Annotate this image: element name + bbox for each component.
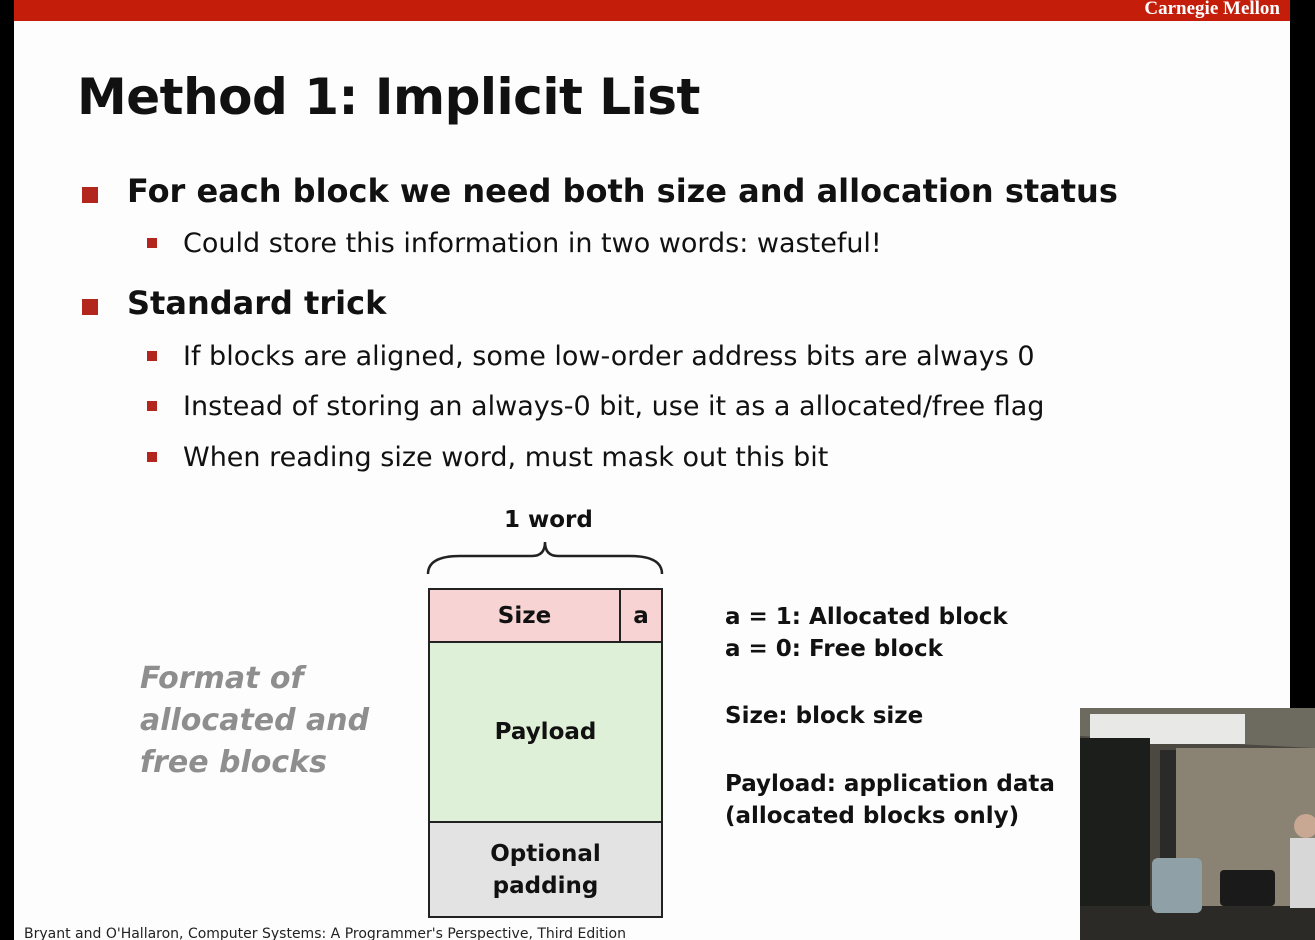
legend-payload-note: (allocated blocks only)	[725, 803, 1020, 829]
bullet-level1: For each block we need both size and all…	[127, 172, 1118, 210]
slide-footer-citation: Bryant and O'Hallaron, Computer Systems:…	[24, 926, 626, 940]
sub-bullet-square-icon	[147, 238, 157, 248]
size-field: Size	[428, 588, 621, 643]
legend-size: Size: block size	[725, 703, 924, 729]
padding-field: Optional padding	[428, 821, 663, 918]
legend-payload: Payload: application data	[725, 771, 1055, 797]
brand-logo-text: Carnegie Mellon	[1144, 0, 1280, 19]
video-frame: Carnegie Mellon Method 1: Implicit List …	[0, 0, 1315, 940]
format-caption: Format of allocated and free blocks	[140, 661, 370, 780]
bullet-level2: When reading size word, must mask out th…	[183, 442, 829, 473]
bullet-level2: If blocks are aligned, some low-order ad…	[183, 341, 1035, 372]
alloc-bit-label: a	[633, 602, 649, 629]
padding-label-line2: padding	[492, 872, 599, 899]
brace-icon	[426, 541, 664, 575]
bullet-level2: Could store this information in two word…	[183, 228, 882, 259]
legend-free: a = 0: Free block	[725, 636, 943, 662]
bullet-square-icon	[82, 187, 98, 203]
slide-header-bar: Carnegie Mellon	[14, 0, 1290, 21]
alloc-bit-field: a	[619, 588, 663, 643]
video-feed-icon	[1080, 708, 1315, 940]
word-width-label: 1 word	[504, 507, 593, 533]
bullet-level2: Instead of storing an always-0 bit, use …	[183, 391, 1045, 422]
slide-title: Method 1: Implicit List	[77, 68, 700, 126]
legend-allocated: a = 1: Allocated block	[725, 604, 1008, 630]
padding-label-line1: Optional	[490, 840, 601, 867]
presenter-webcam	[1080, 708, 1315, 940]
sub-bullet-square-icon	[147, 401, 157, 411]
sub-bullet-square-icon	[147, 452, 157, 462]
sub-bullet-square-icon	[147, 351, 157, 361]
size-label: Size	[497, 602, 552, 629]
bullet-square-icon	[82, 299, 98, 315]
payload-field: Payload	[428, 641, 663, 823]
payload-label: Payload	[494, 719, 597, 745]
bullet-level1: Standard trick	[127, 284, 387, 322]
